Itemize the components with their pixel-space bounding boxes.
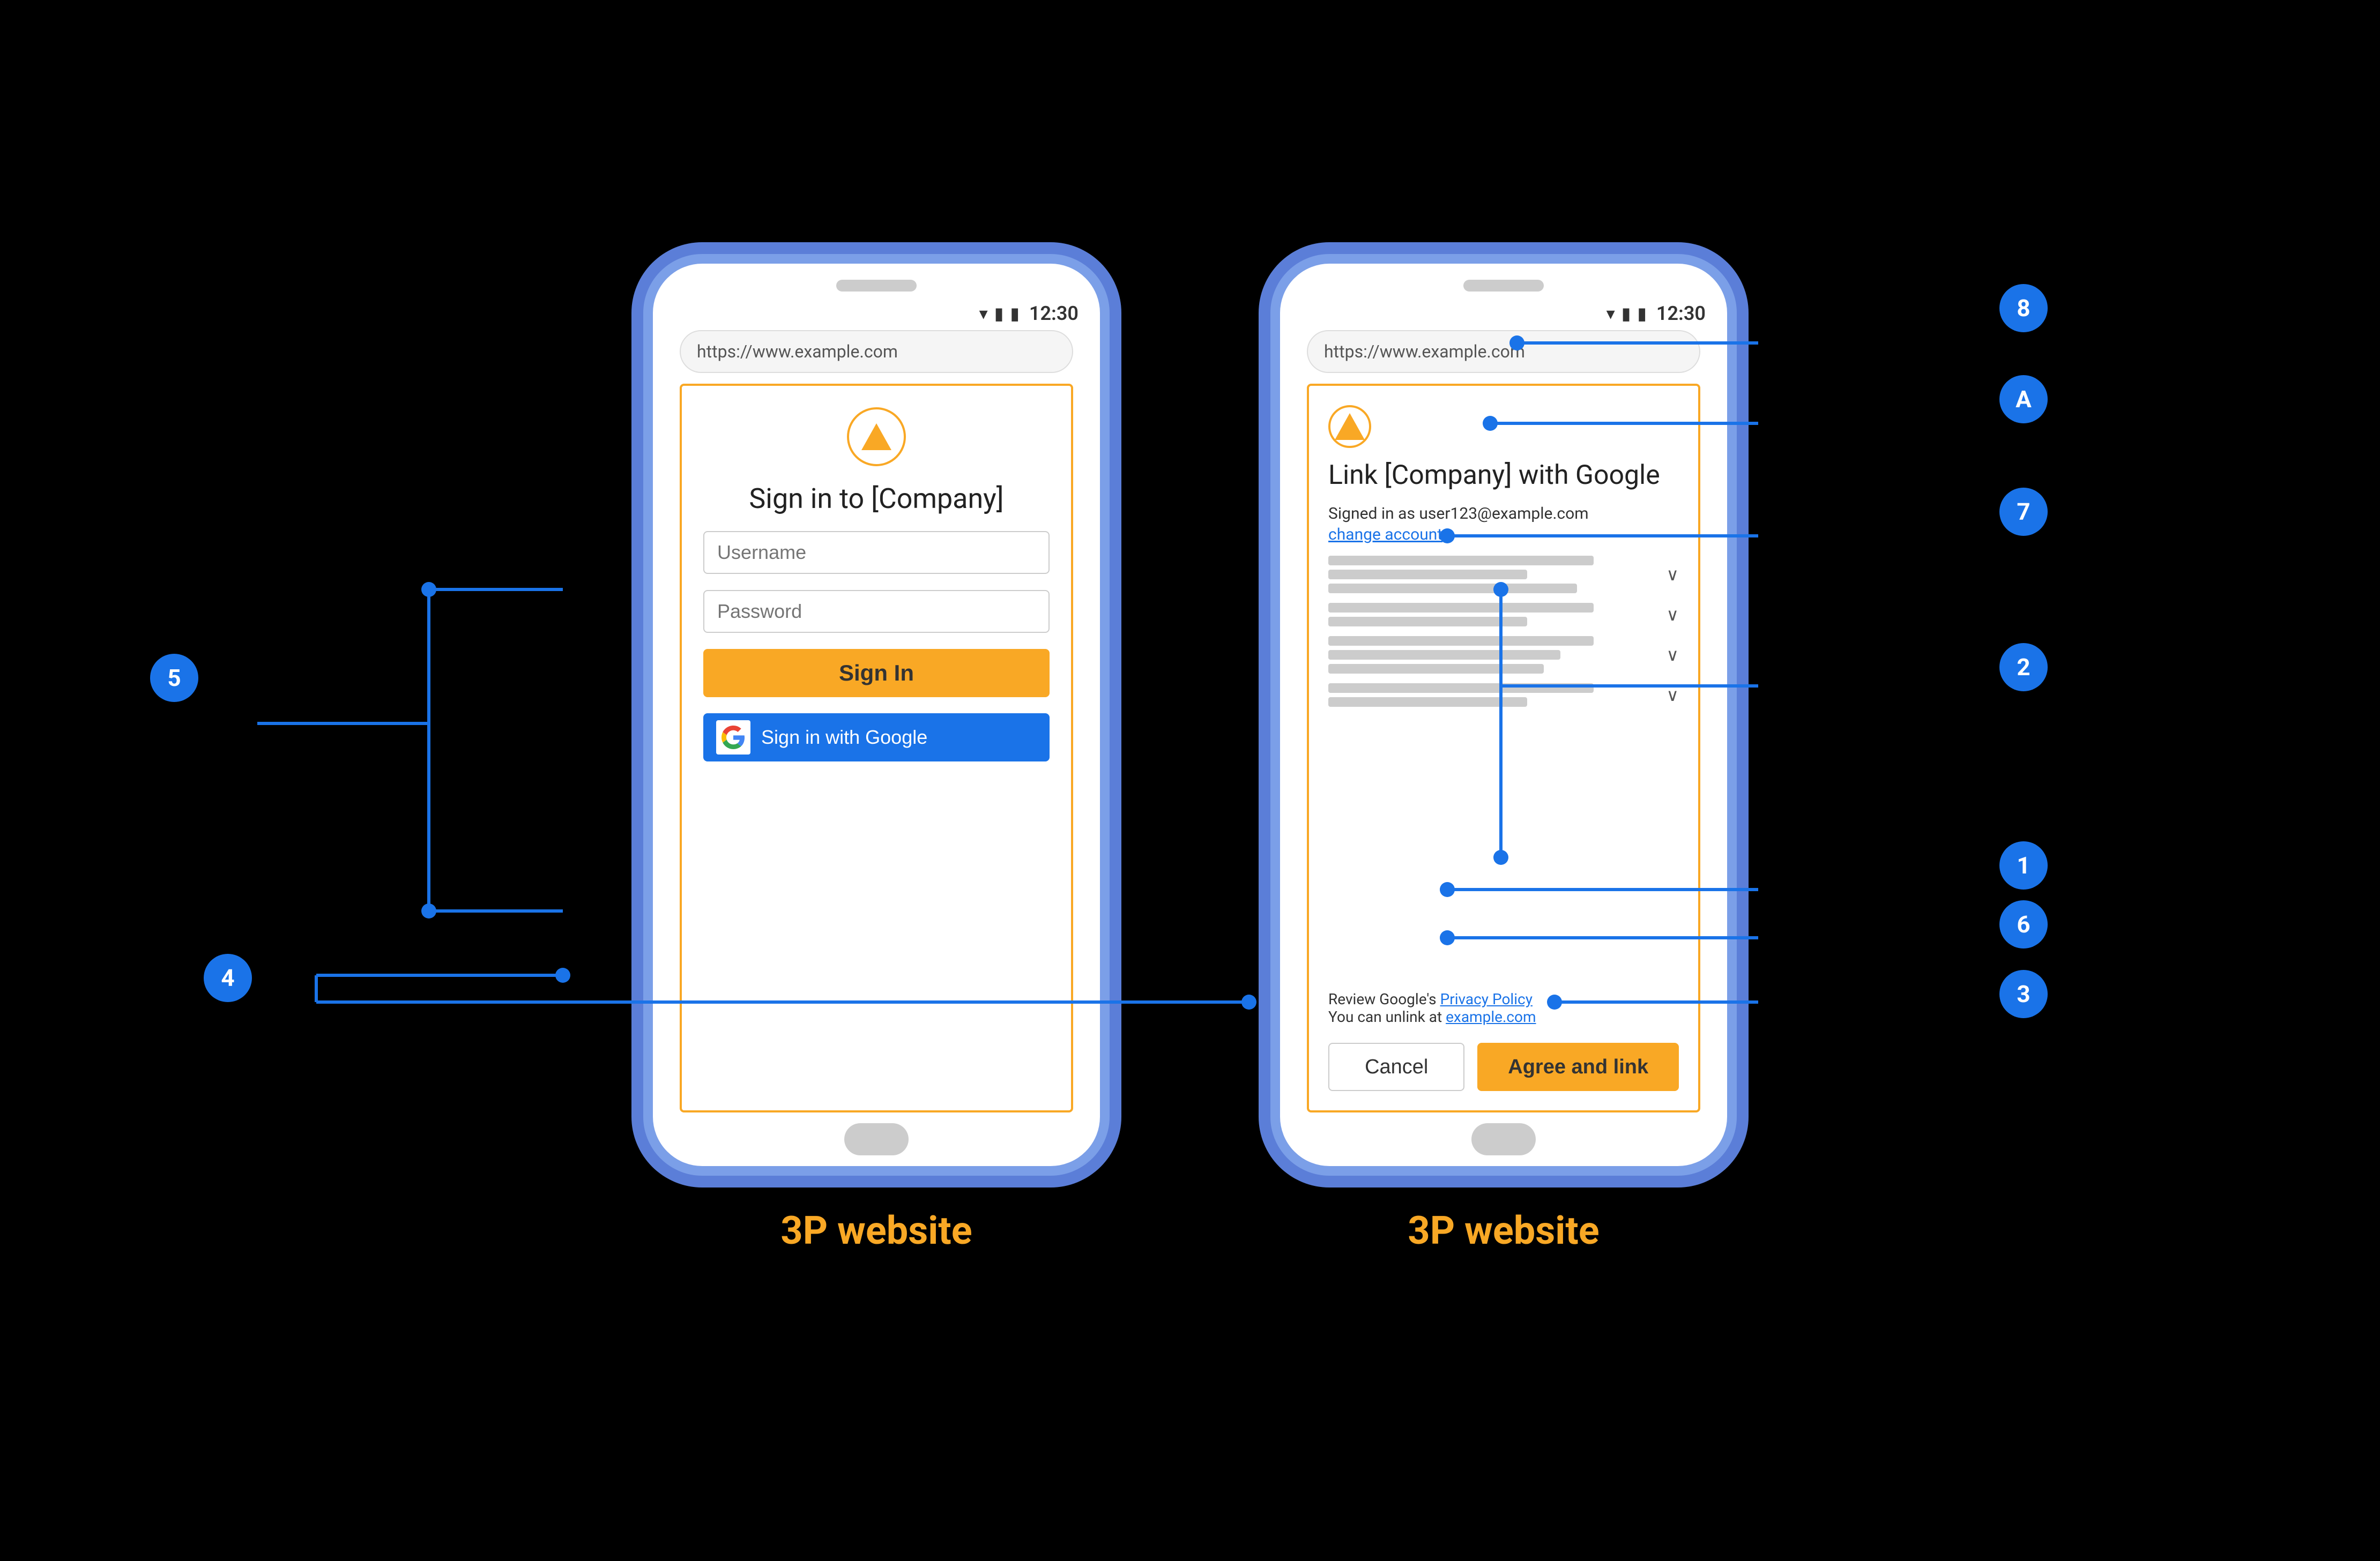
perm-bar <box>1328 636 1594 646</box>
status-icons-right: ▾ ▮ ▮ <box>1606 303 1647 324</box>
permission-bars-2 <box>1328 603 1660 626</box>
permission-bars-1 <box>1328 556 1660 593</box>
annotation-3: 3 <box>1999 970 2048 1018</box>
perm-bar <box>1328 697 1527 707</box>
signal-icon-right: ▮ <box>1622 303 1631 324</box>
perm-bar <box>1328 584 1577 593</box>
phone-left: ▾ ▮ ▮ 12:30 https://www.example.com Sign… <box>643 254 1110 1176</box>
annotation-5: 5 <box>150 654 198 702</box>
perm-bar <box>1328 650 1560 660</box>
annotation-8: 8 <box>1999 284 2048 332</box>
google-icon-container <box>716 720 750 755</box>
google-signin-button[interactable]: Sign in with Google <box>703 713 1050 761</box>
home-indicator-left <box>844 1123 909 1155</box>
annotation-7: 7 <box>1999 488 2048 536</box>
status-time-left: 12:30 <box>1029 302 1079 325</box>
perm-bar <box>1328 556 1594 565</box>
logo-triangle-left <box>861 423 891 450</box>
phones-row: ▾ ▮ ▮ 12:30 https://www.example.com Sign… <box>643 254 1737 1253</box>
browser-bar-right: https://www.example.com <box>1307 330 1700 373</box>
annotation-6: 6 <box>1999 900 2048 948</box>
phone-speaker-right <box>1463 280 1544 292</box>
phone-wrapper-right: ▾ ▮ ▮ 12:30 https://www.example.com <box>1270 254 1737 1253</box>
diagram-container: ▾ ▮ ▮ 12:30 https://www.example.com Sign… <box>0 0 2380 1561</box>
permission-item-4: ∨ <box>1328 683 1679 707</box>
browser-bar-left: https://www.example.com <box>680 330 1073 373</box>
permission-bars-3 <box>1328 636 1660 674</box>
link-screen-content: Link [Company] with Google Signed in as … <box>1307 384 1700 1112</box>
privacy-prefix-text: Review Google's <box>1328 990 1440 1008</box>
signed-in-text: Signed in as user123@example.com <box>1328 503 1679 525</box>
permission-bars-4 <box>1328 683 1660 707</box>
browser-url-right: https://www.example.com <box>1324 341 1525 362</box>
wifi-icon: ▾ <box>979 303 988 324</box>
signed-in-section: Signed in as user123@example.com change … <box>1328 503 1679 544</box>
phone-right: ▾ ▮ ▮ 12:30 https://www.example.com <box>1270 254 1737 1176</box>
phone-wrapper-left: ▾ ▮ ▮ 12:30 https://www.example.com Sign… <box>643 254 1110 1253</box>
status-icons-left: ▾ ▮ ▮ <box>979 303 1020 324</box>
chevron-icon-1[interactable]: ∨ <box>1667 564 1679 585</box>
annotation-4: 4 <box>204 954 252 1002</box>
chevron-icon-3[interactable]: ∨ <box>1667 645 1679 665</box>
status-bar-right: ▾ ▮ ▮ 12:30 <box>1280 297 1727 330</box>
screen-content-left: Sign in to [Company] Sign In <box>680 384 1073 1112</box>
signin-button[interactable]: Sign In <box>703 649 1050 697</box>
permissions-section: ∨ ∨ <box>1328 556 1679 979</box>
perm-bar <box>1328 570 1527 579</box>
link-title: Link [Company] with Google <box>1328 460 1679 491</box>
battery-icon-right: ▮ <box>1637 303 1647 324</box>
privacy-policy-link[interactable]: Privacy Policy <box>1440 990 1533 1008</box>
status-bar-left: ▾ ▮ ▮ 12:30 <box>653 297 1100 330</box>
annotation-1: 1 <box>1999 841 2048 890</box>
links-section: Review Google's Privacy Policy You can u… <box>1328 990 1679 1026</box>
company-logo-right <box>1328 405 1371 448</box>
battery-icon: ▮ <box>1010 303 1020 324</box>
signal-icon: ▮ <box>994 303 1004 324</box>
privacy-line: Review Google's Privacy Policy <box>1328 990 1679 1008</box>
agree-button[interactable]: Agree and link <box>1477 1043 1679 1091</box>
chevron-icon-4[interactable]: ∨ <box>1667 685 1679 705</box>
perm-bar <box>1328 683 1594 693</box>
action-buttons-row: Cancel Agree and link <box>1328 1043 1679 1091</box>
browser-url-left: https://www.example.com <box>697 341 898 362</box>
google-logo-icon <box>722 726 745 749</box>
wifi-icon-right: ▾ <box>1606 303 1615 324</box>
signin-title: Sign in to [Company] <box>749 482 1003 515</box>
password-input[interactable] <box>703 590 1050 633</box>
google-signin-label: Sign in with Google <box>761 726 927 749</box>
perm-bar <box>1328 664 1544 674</box>
perm-bar <box>1328 617 1527 626</box>
perm-bar <box>1328 603 1594 613</box>
permission-item-3: ∨ <box>1328 636 1679 674</box>
permission-item-2: ∨ <box>1328 603 1679 626</box>
annotation-2: 2 <box>1999 643 2048 691</box>
phone-label-left: 3P website <box>780 1208 972 1253</box>
permission-item-1: ∨ <box>1328 556 1679 593</box>
cancel-button[interactable]: Cancel <box>1328 1043 1464 1091</box>
chevron-icon-2[interactable]: ∨ <box>1667 604 1679 625</box>
phone-label-right: 3P website <box>1408 1208 1599 1253</box>
home-indicator-right <box>1471 1123 1536 1155</box>
unlink-prefix-text: You can unlink at <box>1328 1008 1446 1026</box>
username-input[interactable] <box>703 531 1050 574</box>
logo-triangle-right <box>1335 413 1365 440</box>
annotation-A: A <box>1999 375 2048 423</box>
unlink-line: You can unlink at example.com <box>1328 1008 1679 1026</box>
unlink-link[interactable]: example.com <box>1446 1008 1536 1026</box>
change-account-link[interactable]: change account <box>1328 525 1442 544</box>
phone-speaker-left <box>836 280 917 292</box>
status-time-right: 12:30 <box>1656 302 1706 325</box>
company-logo-left <box>847 407 906 466</box>
